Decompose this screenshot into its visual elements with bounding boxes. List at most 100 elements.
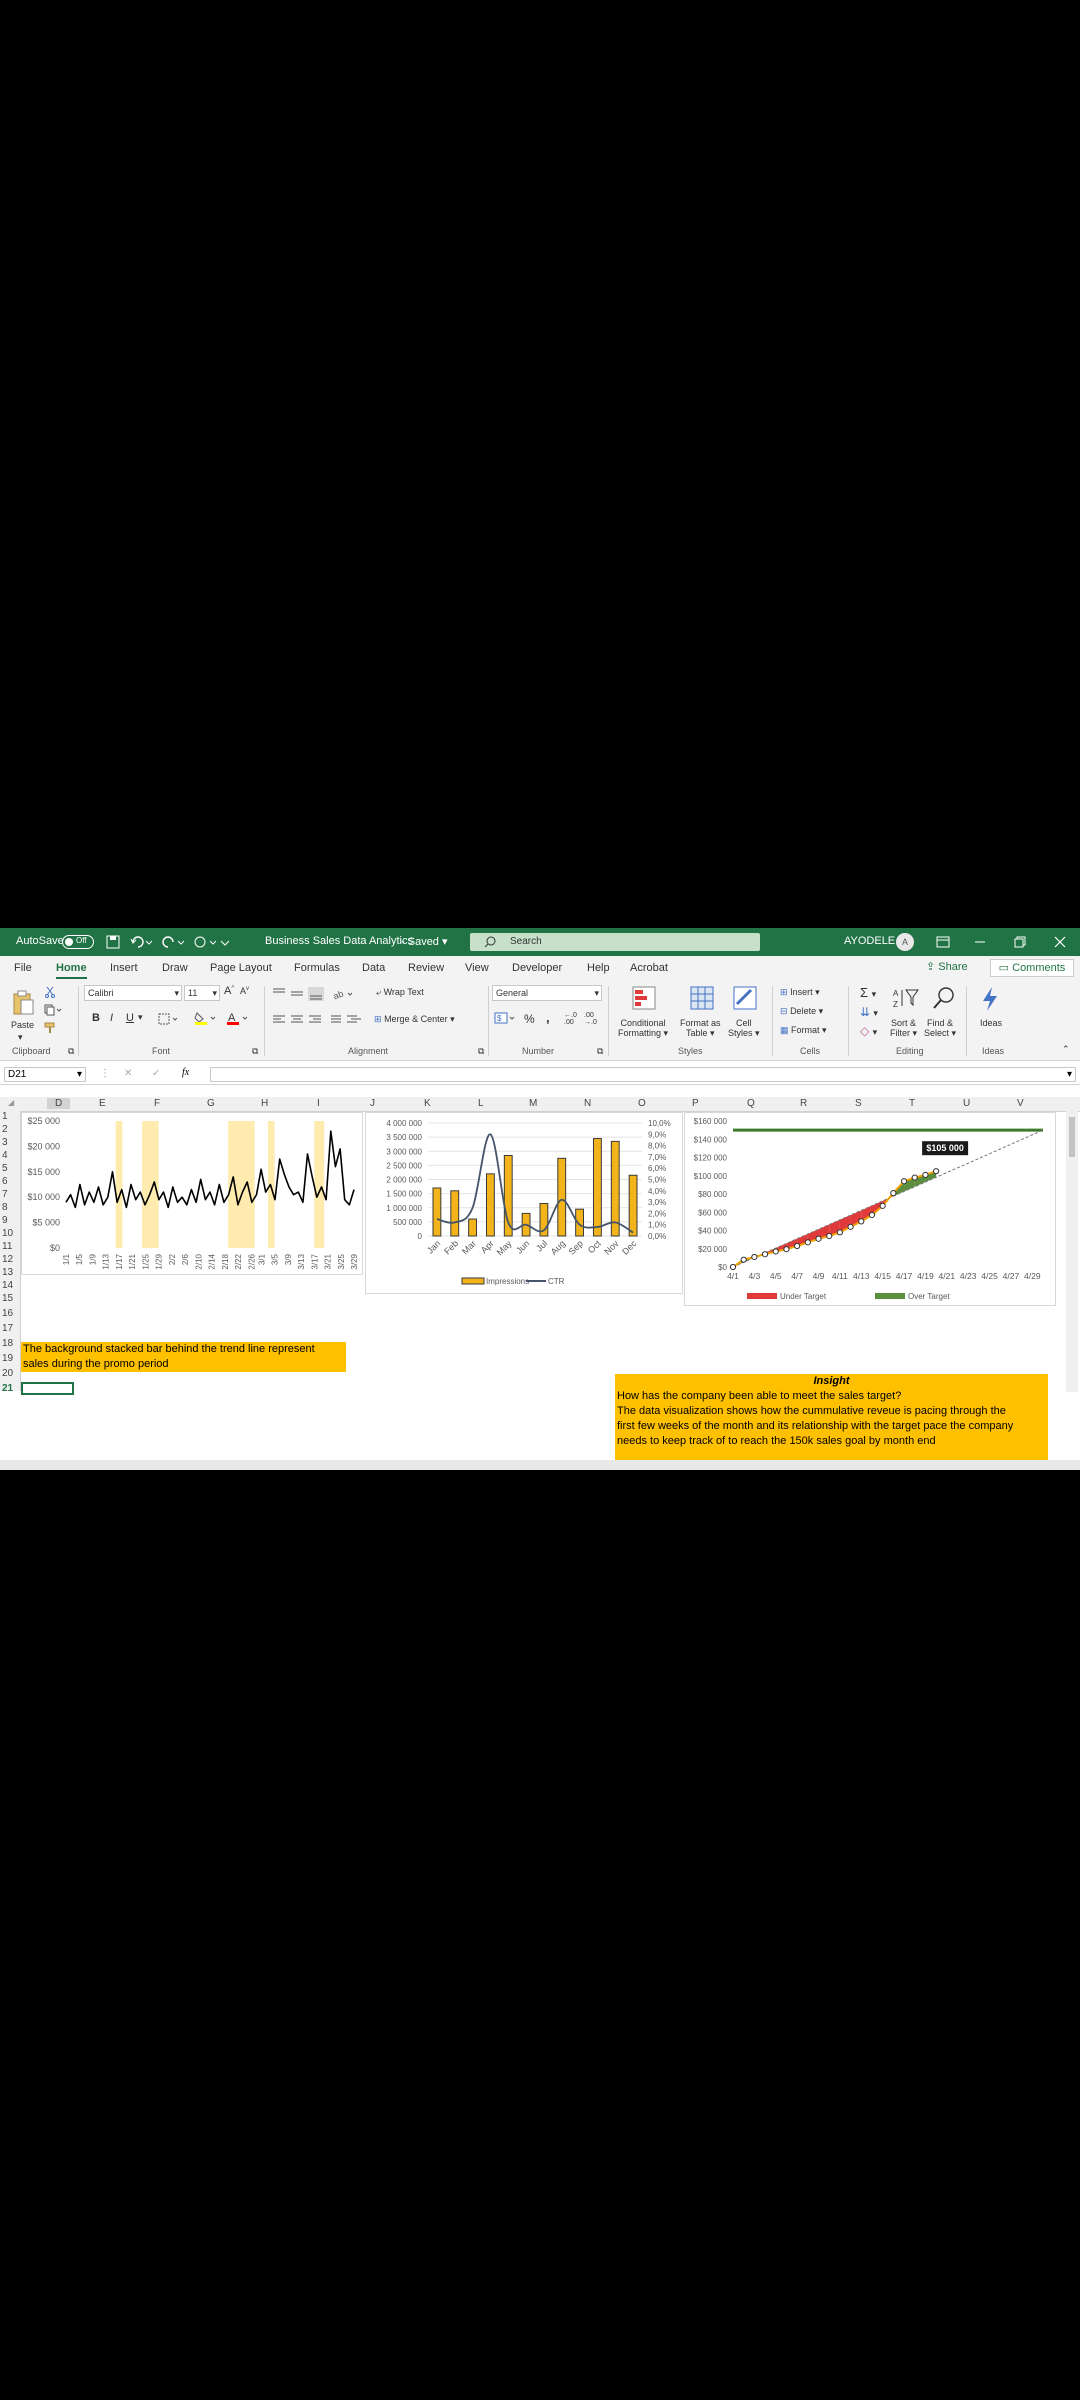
column-header[interactable]: F xyxy=(154,1098,160,1109)
vertical-align-icons[interactable] xyxy=(272,987,326,1001)
accounting-format-icon[interactable]: $ xyxy=(494,1011,516,1025)
close-icon[interactable] xyxy=(1054,936,1066,948)
font-name-select[interactable]: Calibri ▾ xyxy=(84,985,182,1001)
tab-review[interactable]: Review xyxy=(408,962,444,974)
column-header[interactable]: J xyxy=(370,1098,375,1109)
font-launcher-icon[interactable]: ⧉ xyxy=(252,1046,258,1057)
merge-center-button[interactable]: ⊞ Merge & Center ▾ xyxy=(374,1014,455,1025)
user-name[interactable]: AYODELE xyxy=(844,935,895,947)
column-header[interactable]: G xyxy=(207,1098,215,1109)
row-header[interactable]: 19 xyxy=(2,1353,13,1364)
tab-formulas[interactable]: Formulas xyxy=(294,962,340,974)
row-header[interactable]: 7 xyxy=(2,1189,8,1200)
save-icon[interactable] xyxy=(106,935,120,949)
row-header[interactable]: 12 xyxy=(2,1254,13,1265)
row-header[interactable]: 13 xyxy=(2,1267,13,1278)
row-header[interactable]: 21 xyxy=(2,1383,13,1394)
row-header[interactable]: 17 xyxy=(2,1323,13,1334)
chart-impressions-ctr[interactable]: 4 000 000 3 500 000 3 000 000 2 500 000 2 00… xyxy=(365,1112,683,1294)
row-header[interactable]: 18 xyxy=(2,1338,13,1349)
percent-style-icon[interactable]: % xyxy=(524,1012,535,1026)
wrap-text-button[interactable]: ⤶ Wrap Text xyxy=(376,987,424,998)
row-header[interactable]: 20 xyxy=(2,1368,13,1379)
decrease-decimal-icon[interactable]: .00 →.0 xyxy=(584,1012,597,1026)
copy-icon[interactable] xyxy=(44,1004,62,1016)
row-header[interactable]: 6 xyxy=(2,1176,8,1187)
row-header[interactable]: 9 xyxy=(2,1215,8,1226)
delete-cells-button[interactable]: ⊟ Delete ▾ xyxy=(780,1006,823,1017)
enter-icon[interactable]: ✓ xyxy=(152,1068,160,1079)
conditional-formatting-button[interactable]: Conditional Formatting ▾ xyxy=(618,1018,668,1039)
paste-dropdown-icon[interactable]: ▾ xyxy=(18,1032,23,1043)
lightning-icon[interactable] xyxy=(980,986,1000,1012)
avatar[interactable]: A xyxy=(896,933,914,951)
row-header[interactable]: 14 xyxy=(2,1280,13,1291)
chart-cumulative-revenue[interactable]: $160 000 $140 000 $120 000 $100 000 $80 000 $… xyxy=(684,1112,1056,1306)
column-header[interactable]: Q xyxy=(747,1098,755,1109)
alignment-launcher-icon[interactable]: ⧉ xyxy=(478,1046,484,1057)
column-header[interactable]: D xyxy=(47,1098,71,1109)
column-header[interactable]: R xyxy=(800,1098,807,1109)
column-header[interactable]: P xyxy=(692,1098,699,1109)
row-header[interactable]: 3 xyxy=(2,1137,8,1148)
column-header[interactable]: M xyxy=(529,1098,537,1109)
row-header[interactable]: 5 xyxy=(2,1163,8,1174)
row-header[interactable]: 15 xyxy=(2,1293,13,1304)
orientation-icon[interactable]: ab xyxy=(332,987,356,1001)
tab-data[interactable]: Data xyxy=(362,962,385,974)
ideas-button[interactable]: Ideas xyxy=(980,1018,1002,1028)
comments-button[interactable]: ▭ Comments xyxy=(990,959,1074,977)
formula-options-icon[interactable]: ⋮ xyxy=(100,1068,110,1079)
search-box[interactable]: Search xyxy=(470,933,760,951)
restore-icon[interactable] xyxy=(1014,936,1026,948)
horizontal-align-icons[interactable] xyxy=(272,1014,322,1026)
undo-icon[interactable] xyxy=(130,935,152,949)
column-header[interactable]: T xyxy=(909,1098,915,1109)
cell-styles-icon[interactable] xyxy=(733,986,757,1010)
column-header[interactable]: K xyxy=(424,1098,431,1109)
font-size-select[interactable]: 11 ▾ xyxy=(184,985,220,1001)
column-header[interactable]: O xyxy=(638,1098,646,1109)
sort-filter-button[interactable]: Sort & Filter ▾ xyxy=(890,1018,917,1039)
column-header[interactable]: H xyxy=(261,1098,268,1109)
tab-draw[interactable]: Draw xyxy=(162,962,188,974)
minimize-icon[interactable] xyxy=(974,936,986,948)
row-header[interactable]: 10 xyxy=(2,1228,13,1239)
touch-mode-icon[interactable] xyxy=(194,935,216,949)
tab-view[interactable]: View xyxy=(465,962,489,974)
redo-icon[interactable] xyxy=(162,935,184,949)
cut-icon[interactable] xyxy=(44,986,56,998)
tab-page-layout[interactable]: Page Layout xyxy=(210,962,272,974)
autosave-toggle[interactable]: Off xyxy=(62,935,94,949)
column-header[interactable]: L xyxy=(478,1098,484,1109)
scrollbar-thumb[interactable] xyxy=(1069,1117,1075,1157)
format-cells-button[interactable]: ▦ Format ▾ xyxy=(780,1025,827,1036)
bold-icon[interactable]: B xyxy=(92,1012,100,1024)
tab-acrobat[interactable]: Acrobat xyxy=(630,962,668,974)
row-header[interactable]: 16 xyxy=(2,1308,13,1319)
column-header[interactable]: S xyxy=(855,1098,862,1109)
find-select-icon[interactable] xyxy=(932,986,956,1010)
format-as-table-button[interactable]: Format as Table ▾ xyxy=(680,1018,721,1039)
tab-home[interactable]: Home xyxy=(56,962,87,979)
paste-icon[interactable] xyxy=(12,990,34,1016)
column-header[interactable]: N xyxy=(584,1098,591,1109)
row-header[interactable]: 11 xyxy=(2,1241,12,1252)
comma-style-icon[interactable]: , xyxy=(546,1010,550,1025)
name-box[interactable]: D21 ▾ xyxy=(4,1067,86,1082)
insert-function-icon[interactable]: fx xyxy=(182,1067,189,1078)
underline-icon[interactable]: U xyxy=(126,1012,134,1024)
tab-file[interactable]: File xyxy=(14,962,32,974)
row-header[interactable]: 4 xyxy=(2,1150,8,1161)
insert-cells-button[interactable]: ⊞ Insert ▾ xyxy=(780,987,820,998)
find-select-button[interactable]: Find & Select ▾ xyxy=(924,1018,956,1039)
increase-font-icon[interactable]: A^ xyxy=(224,985,234,997)
share-button[interactable]: ⇪ Share xyxy=(926,960,968,973)
underline-dropdown-icon[interactable]: ▾ xyxy=(138,1012,143,1023)
cell-styles-button[interactable]: Cell Styles ▾ xyxy=(728,1018,760,1039)
number-format-select[interactable]: General ▾ xyxy=(492,985,602,1001)
column-header[interactable]: U xyxy=(963,1098,970,1109)
indent-icons[interactable] xyxy=(326,1014,362,1026)
column-header[interactable]: V xyxy=(1017,1098,1024,1109)
decrease-font-icon[interactable]: Av xyxy=(240,986,249,996)
